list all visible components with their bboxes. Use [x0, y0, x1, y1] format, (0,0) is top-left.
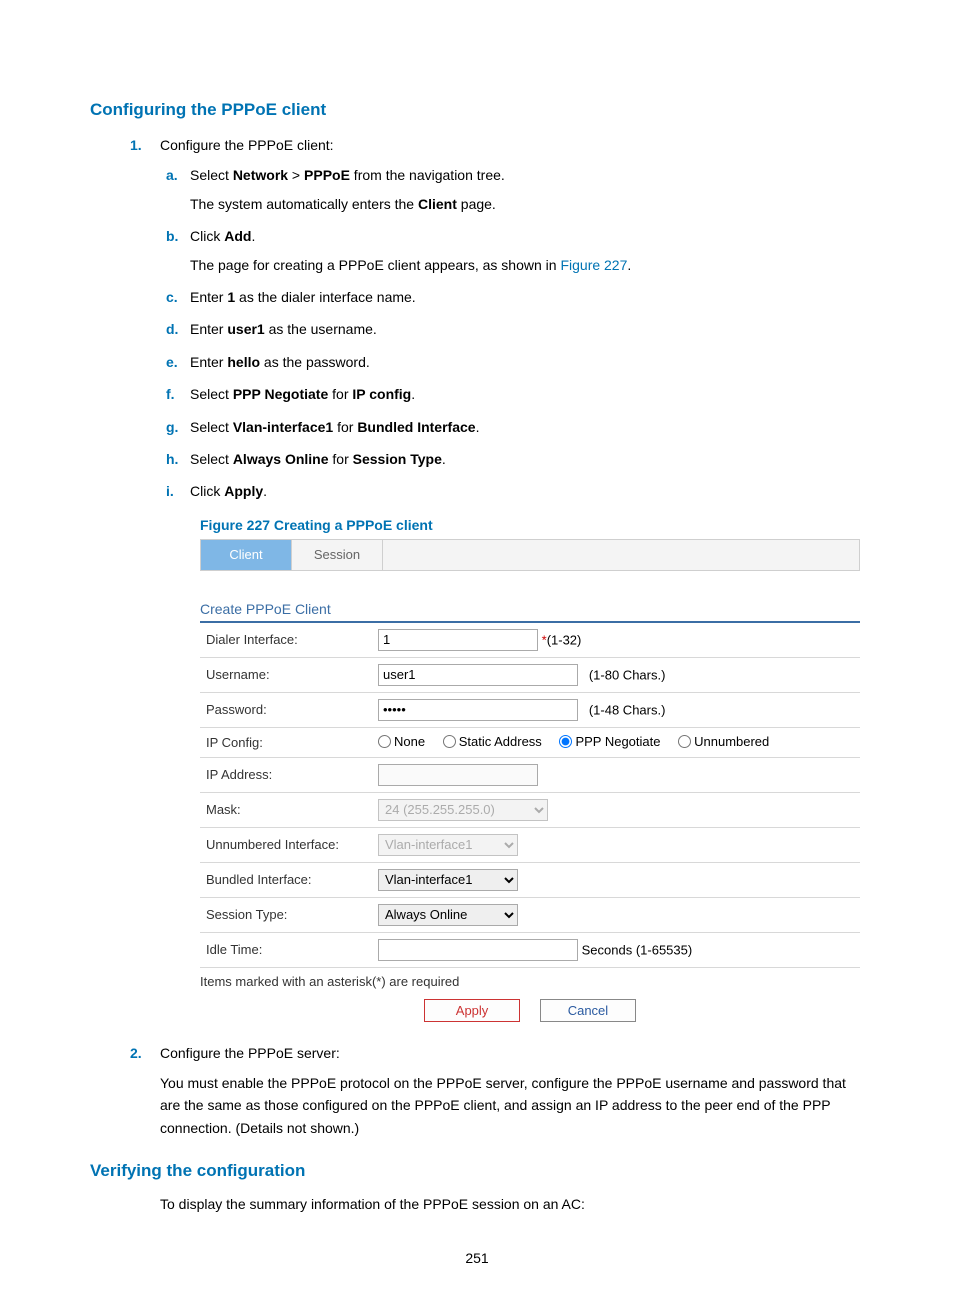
tab-client[interactable]: Client — [200, 540, 291, 570]
mask-select[interactable]: 24 (255.255.255.0) — [378, 799, 548, 821]
sub-b-marker: b. — [166, 225, 178, 247]
tab-session[interactable]: Session — [291, 540, 382, 570]
label-ipconfig: IP Config: — [200, 727, 372, 757]
apply-button[interactable]: Apply — [424, 999, 520, 1022]
label-unnumbered-if: Unnumbered Interface: — [200, 827, 372, 862]
radio-static[interactable]: Static Address — [443, 734, 542, 749]
label-bundled-if: Bundled Interface: — [200, 862, 372, 897]
step-1: 1. Configure the PPPoE client: a. Select… — [160, 134, 864, 503]
sub-a: a. Select Network > PPPoE from the navig… — [190, 164, 864, 215]
radio-unnumbered[interactable]: Unnumbered — [678, 734, 769, 749]
label-idle-time: Idle Time: — [200, 932, 372, 967]
step-1-text: Configure the PPPoE client: — [160, 137, 334, 153]
radio-none[interactable]: None — [378, 734, 425, 749]
label-dialer: Dialer Interface: — [200, 623, 372, 658]
step-2-marker: 2. — [130, 1042, 142, 1064]
username-input[interactable] — [378, 664, 578, 686]
sub-g: g. Select Vlan-interface1 for Bundled In… — [190, 416, 864, 438]
sub-f: f. Select PPP Negotiate for IP config. — [190, 383, 864, 405]
panel-title: Create PPPoE Client — [200, 601, 860, 617]
bundled-if-select[interactable]: Vlan-interface1 — [378, 869, 518, 891]
sub-c: c. Enter 1 as the dialer interface name. — [190, 286, 864, 308]
sub-d: d. Enter user1 as the username. — [190, 318, 864, 340]
figure-screenshot: Client Session Create PPPoE Client Diale… — [200, 539, 860, 1022]
unnumbered-if-select[interactable]: Vlan-interface1 — [378, 834, 518, 856]
label-password: Password: — [200, 692, 372, 727]
section-heading-verify: Verifying the configuration — [90, 1161, 864, 1181]
step-1-marker: 1. — [130, 134, 142, 156]
figure-caption: Figure 227 Creating a PPPoE client — [200, 517, 864, 533]
section-heading-configure: Configuring the PPPoE client — [90, 100, 864, 120]
dialer-input[interactable] — [378, 629, 538, 651]
step-2: 2. Configure the PPPoE server: You must … — [160, 1042, 864, 1140]
sub-e: e. Enter hello as the password. — [190, 351, 864, 373]
cancel-button[interactable]: Cancel — [540, 999, 636, 1022]
label-mask: Mask: — [200, 792, 372, 827]
tab-bar: Client Session — [200, 539, 860, 571]
verify-para: To display the summary information of th… — [160, 1193, 864, 1215]
password-input[interactable] — [378, 699, 578, 721]
label-ipaddress: IP Address: — [200, 757, 372, 792]
label-username: Username: — [200, 657, 372, 692]
sub-b: b. Click Add. The page for creating a PP… — [190, 225, 864, 276]
radio-ppp-negotiate[interactable]: PPP Negotiate — [559, 734, 660, 749]
label-session-type: Session Type: — [200, 897, 372, 932]
step-2-text: Configure the PPPoE server: — [160, 1045, 340, 1061]
idle-time-input[interactable] — [378, 939, 578, 961]
required-note: Items marked with an asterisk(*) are req… — [200, 974, 860, 989]
step-2-para: You must enable the PPPoE protocol on th… — [160, 1072, 864, 1139]
page-number: 251 — [0, 1250, 954, 1266]
session-type-select[interactable]: Always Online — [378, 904, 518, 926]
figure-link[interactable]: Figure 227 — [560, 257, 627, 273]
ipaddress-input[interactable] — [378, 764, 538, 786]
sub-h: h. Select Always Online for Session Type… — [190, 448, 864, 470]
sub-a-marker: a. — [166, 164, 178, 186]
sub-i: i. Click Apply. — [190, 480, 864, 502]
